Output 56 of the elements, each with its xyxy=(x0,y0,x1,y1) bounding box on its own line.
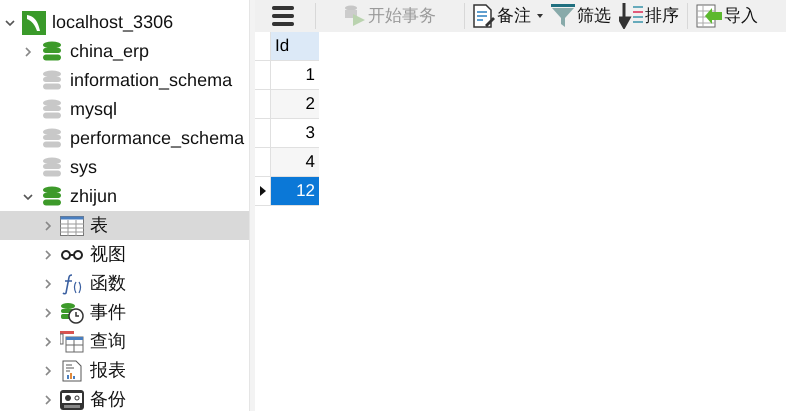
tree-label: mysql xyxy=(70,98,118,121)
tree-item[interactable]: information_schema xyxy=(0,66,249,95)
database-clock-icon xyxy=(60,302,84,324)
function-icon xyxy=(61,272,83,294)
report-icon xyxy=(62,360,82,382)
tree-label: information_schema xyxy=(70,69,232,92)
tree-item[interactable]: 事件 xyxy=(0,298,249,327)
database-icon xyxy=(42,186,62,208)
table-icon xyxy=(60,216,84,236)
toolbar-button[interactable]: 排序 xyxy=(615,1,683,31)
toolbar-button[interactable]: 筛选 xyxy=(547,1,615,31)
sort-icon xyxy=(619,3,643,29)
tree-label: 查询 xyxy=(90,330,126,353)
tree-label: 表 xyxy=(90,214,108,237)
tree-label: china_erp xyxy=(70,40,150,63)
tree-label: sys xyxy=(70,156,97,179)
tree-item[interactable]: 视图 xyxy=(0,240,249,269)
database-icon xyxy=(42,156,62,178)
tree-label: 视图 xyxy=(90,243,126,266)
tree-item[interactable]: zhijun xyxy=(0,182,249,211)
table-arrow-icon xyxy=(696,4,722,28)
tree-item[interactable]: mysql xyxy=(0,95,249,124)
tree-label: 备份 xyxy=(90,388,126,411)
tree-item[interactable]: china_erp xyxy=(0,37,249,66)
tree-item[interactable]: 函数 xyxy=(0,269,249,298)
tree-label: 事件 xyxy=(90,301,126,324)
tree-item[interactable]: performance_schema xyxy=(0,124,249,153)
filter-icon xyxy=(551,4,575,28)
current-row-icon xyxy=(260,186,266,196)
document-pen-icon xyxy=(473,4,495,28)
tree-item[interactable]: sys xyxy=(0,153,249,182)
tree-label: zhijun xyxy=(70,185,118,208)
toolbar-button[interactable]: 导入 xyxy=(692,1,762,31)
table-cell[interactable]: 4 xyxy=(271,148,319,177)
database-icon xyxy=(42,70,62,92)
tree-label: 函数 xyxy=(90,272,126,295)
database-icon xyxy=(42,40,62,62)
tree-item[interactable]: localhost_3306 xyxy=(0,8,249,37)
database-play-icon xyxy=(344,5,366,27)
database-icon xyxy=(42,128,62,150)
tree-item[interactable]: 查询 xyxy=(0,327,249,356)
tree-label: 报表 xyxy=(90,359,126,382)
dropdown-caret-icon[interactable] xyxy=(537,14,543,18)
table-cell[interactable]: 12 xyxy=(271,177,319,206)
tree-item[interactable]: 备份 xyxy=(0,385,249,411)
tree-item[interactable]: 报表 xyxy=(0,356,249,385)
tree-item[interactable]: 表 xyxy=(0,211,249,240)
table-cell[interactable]: 2 xyxy=(271,90,319,119)
glasses-icon xyxy=(60,248,84,260)
toolbar-button[interactable]: 备注 xyxy=(469,1,547,31)
query-table-icon xyxy=(60,330,84,352)
database-icon xyxy=(42,98,62,120)
tree-label: performance_schema xyxy=(70,127,244,150)
column-header[interactable]: Id xyxy=(271,32,319,61)
menu-icon xyxy=(271,5,295,27)
tree-label: localhost_3306 xyxy=(52,11,174,34)
